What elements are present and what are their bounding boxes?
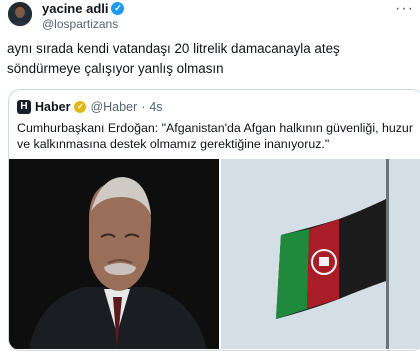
quote-author-name: Haber — [35, 100, 71, 114]
afghan-flag-photo — [221, 159, 420, 349]
author-name-row[interactable]: yacine adli ✓ — [42, 1, 125, 16]
avatar-photo — [8, 2, 32, 26]
verified-check-icon: ✓ — [111, 2, 125, 15]
haber-logo-icon: H — [17, 100, 31, 114]
quote-separator: · — [141, 100, 146, 114]
author-display-name[interactable]: yacine adli — [42, 1, 108, 16]
quote-author-handle: @Haber — [90, 100, 138, 114]
portrait-photo — [9, 159, 219, 349]
quote-timestamp: 4s — [149, 100, 163, 114]
quote-header: H Haber ✓ @Haber · 4s — [17, 99, 163, 115]
media-image-flag[interactable] — [221, 159, 420, 349]
quote-text: Cumhurbaşkanı Erdoğan: "Afganistan'da Af… — [17, 121, 413, 151]
tweet-text: aynı sırada kendi vatandaşı 20 litrelik … — [7, 41, 340, 76]
tweet-header: yacine adli ✓ @lospartizans ··· — [0, 0, 420, 36]
avatar[interactable] — [8, 2, 32, 26]
more-options-icon[interactable]: ··· — [395, 0, 414, 18]
media-image-portrait[interactable] — [9, 159, 219, 349]
quote-tweet-card[interactable]: H Haber ✓ @Haber · 4s Cumhurbaşkanı Erdo… — [8, 89, 420, 351]
verified-gold-check-icon: ✓ — [74, 101, 87, 113]
author-handle[interactable]: @lospartizans — [42, 17, 118, 31]
